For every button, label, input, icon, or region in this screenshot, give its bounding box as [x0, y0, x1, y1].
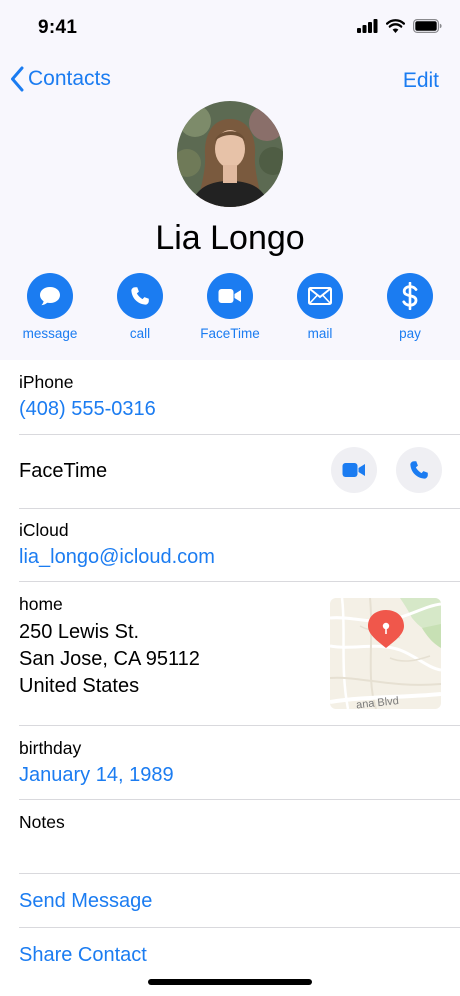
pay-action-label: pay — [399, 326, 421, 341]
battery-icon — [413, 19, 442, 33]
status-time: 9:41 — [38, 17, 78, 38]
divider — [19, 799, 460, 800]
divider — [19, 725, 460, 726]
mail-action-button[interactable]: mail — [280, 273, 360, 341]
notes-text-area[interactable] — [19, 838, 439, 870]
address-line-1[interactable]: 250 Lewis St. — [19, 619, 139, 646]
birthday-field-label: birthday — [19, 738, 82, 758]
notes-field-label: Notes — [19, 812, 65, 832]
video-camera-icon — [218, 289, 241, 303]
edit-button[interactable]: Edit — [403, 69, 439, 93]
address-line-2[interactable]: San Jose, CA 95112 — [19, 646, 200, 673]
pay-action-circle — [387, 273, 433, 319]
call-action-button[interactable]: call — [100, 273, 180, 341]
facetime-action-label: FaceTime — [200, 326, 260, 341]
back-to-contacts-button[interactable]: Contacts — [10, 66, 111, 92]
avatar — [177, 101, 283, 207]
contact-card-screen: 9:41 Contacts Edit Lia Longo message cal… — [0, 0, 460, 996]
status-bar: 9:41 — [0, 0, 460, 56]
mail-action-label: mail — [307, 326, 333, 341]
cellular-signal-icon — [357, 19, 378, 33]
facetime-video-button[interactable] — [331, 447, 377, 493]
wifi-icon — [386, 19, 405, 33]
phone-field-label: iPhone — [19, 372, 74, 392]
share-contact-button[interactable]: Share Contact — [19, 944, 147, 967]
birthday-value[interactable]: January 14, 1989 — [19, 764, 174, 787]
divider — [19, 927, 460, 928]
divider — [19, 581, 460, 582]
divider — [19, 873, 460, 874]
phone-icon — [410, 461, 428, 479]
icloud-email-link[interactable]: lia_longo@icloud.com — [19, 546, 215, 569]
address-line-3[interactable]: United States — [19, 673, 139, 700]
envelope-icon — [308, 287, 332, 305]
facetime-field-label: FaceTime — [19, 460, 108, 482]
message-action-label: message — [22, 326, 78, 341]
divider — [19, 434, 460, 435]
facetime-action-circle — [207, 273, 253, 319]
icloud-field-label: iCloud — [19, 520, 69, 540]
message-action-circle — [27, 273, 73, 319]
pay-action-button[interactable]: pay — [370, 273, 450, 341]
home-field-label: home — [19, 594, 63, 614]
address-map-thumbnail[interactable]: ana Blvd — [330, 598, 441, 709]
message-action-button[interactable]: message — [10, 273, 90, 341]
dollar-icon — [402, 282, 418, 310]
back-button-label: Contacts — [28, 67, 111, 90]
status-icons — [357, 19, 442, 33]
phone-icon — [131, 287, 149, 305]
facetime-action-button[interactable]: FaceTime — [190, 273, 270, 341]
phone-number-link[interactable]: (408) 555-0316 — [19, 398, 156, 421]
message-bubble-icon — [40, 287, 60, 306]
divider — [19, 508, 460, 509]
mail-action-circle — [297, 273, 343, 319]
call-action-circle — [117, 273, 163, 319]
chevron-left-icon — [11, 66, 24, 92]
home-indicator[interactable] — [148, 979, 312, 985]
facetime-audio-button[interactable] — [396, 447, 442, 493]
call-action-label: call — [129, 326, 151, 341]
video-camera-icon — [342, 463, 365, 477]
send-message-button[interactable]: Send Message — [19, 890, 152, 913]
contact-name: Lia Longo — [155, 219, 305, 257]
